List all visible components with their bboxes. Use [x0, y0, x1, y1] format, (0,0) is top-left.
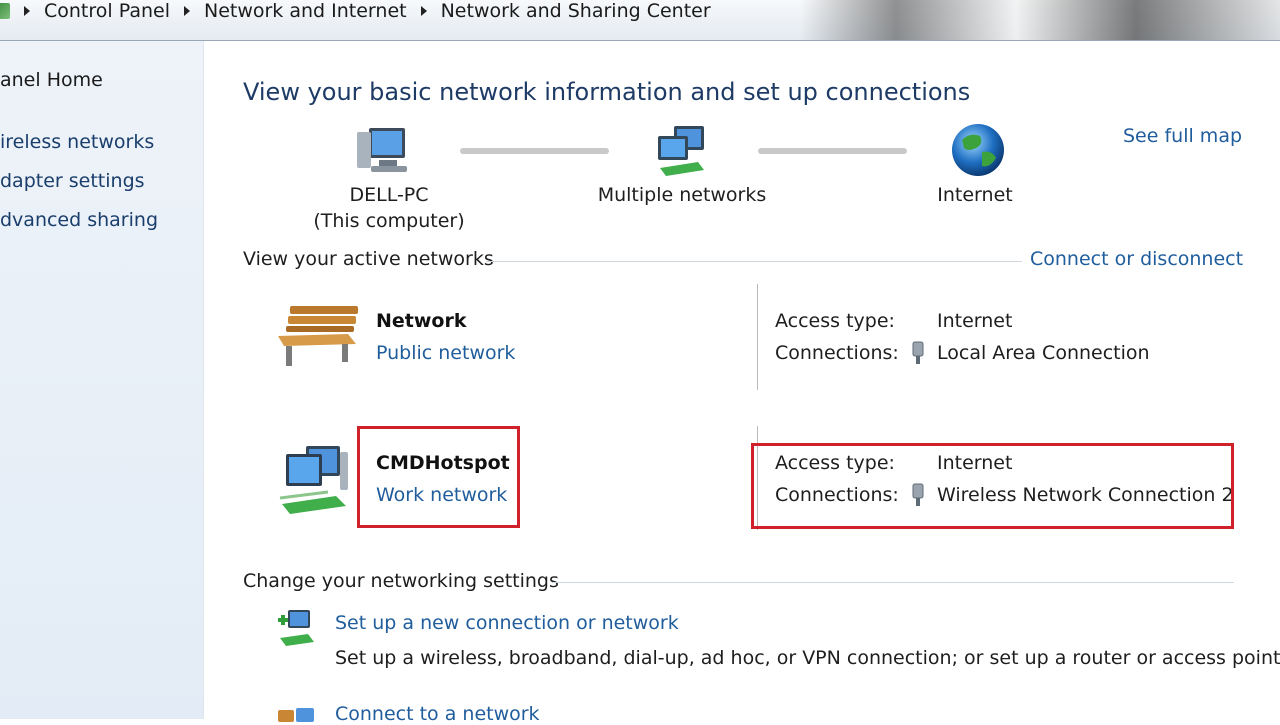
ethernet-plug-icon [912, 341, 924, 364]
chevron-right-icon[interactable] [24, 6, 30, 16]
computer-icon [357, 128, 407, 172]
breadcrumb-network-and-internet[interactable]: Network and Internet [204, 0, 407, 22]
see-full-map-link[interactable]: See full map [1123, 125, 1242, 147]
work-network-icon [279, 446, 348, 514]
address-bar-glare [800, 0, 1280, 40]
map-connector-line [460, 148, 609, 154]
setup-new-connection-link[interactable]: Set up a new connection or network [335, 612, 679, 634]
page-title: View your basic network information and … [243, 78, 971, 106]
network-divider [757, 284, 758, 390]
connections-label: Connections: [775, 342, 899, 364]
map-multiple-networks[interactable]: Multiple networks [582, 184, 782, 206]
chevron-right-icon[interactable] [420, 6, 427, 16]
computer-subtitle: (This computer) [313, 210, 465, 232]
section-divider [552, 582, 1234, 583]
computer-name: DELL-PC [349, 184, 429, 206]
control-panel-home-link[interactable]: anel Home [0, 69, 103, 91]
breadcrumb-network-sharing-center[interactable]: Network and Sharing Center [441, 0, 711, 22]
breadcrumb: Control Panel Network and Internet Netwo… [0, 0, 711, 22]
change-settings-heading: Change your networking settings [243, 570, 559, 592]
network-name: Network [376, 310, 467, 332]
left-task-pane: anel Home ireless networks dapter settin… [0, 41, 204, 719]
breadcrumb-control-panel[interactable]: Control Panel [44, 0, 170, 22]
highlight-box [357, 426, 520, 528]
connect-or-disconnect-link[interactable]: Connect or disconnect [1030, 248, 1243, 270]
access-type-label: Access type: [775, 310, 895, 332]
local-area-connection-link[interactable]: Local Area Connection [937, 342, 1150, 364]
network-type-link[interactable]: Public network [376, 342, 515, 364]
setup-new-connection-description: Set up a wireless, broadband, dial-up, a… [335, 647, 1280, 669]
public-network-bench-icon [278, 306, 358, 366]
globe-icon [952, 124, 1004, 176]
multiple-networks-icon [658, 126, 704, 176]
highlight-box [751, 443, 1234, 529]
new-connection-icon [278, 610, 314, 646]
map-internet[interactable]: Internet [920, 184, 1030, 206]
address-bar: Control Panel Network and Internet Netwo… [0, 0, 1280, 41]
active-networks-heading: View your active networks [243, 248, 494, 270]
chevron-right-icon[interactable] [183, 6, 190, 16]
connect-to-network-link[interactable]: Connect to a network [335, 703, 540, 725]
connect-to-network-icon [278, 708, 314, 722]
access-type-value: Internet [937, 310, 1013, 332]
change-adapter-settings-link[interactable]: dapter settings [0, 170, 145, 192]
change-advanced-sharing-link[interactable]: dvanced sharing [0, 209, 158, 231]
map-this-computer[interactable]: DELL-PC (This computer) [300, 184, 478, 232]
manage-wireless-networks-link[interactable]: ireless networks [0, 131, 154, 153]
control-panel-icon [0, 3, 10, 19]
map-connector-line [758, 148, 907, 154]
section-divider [486, 261, 1022, 262]
